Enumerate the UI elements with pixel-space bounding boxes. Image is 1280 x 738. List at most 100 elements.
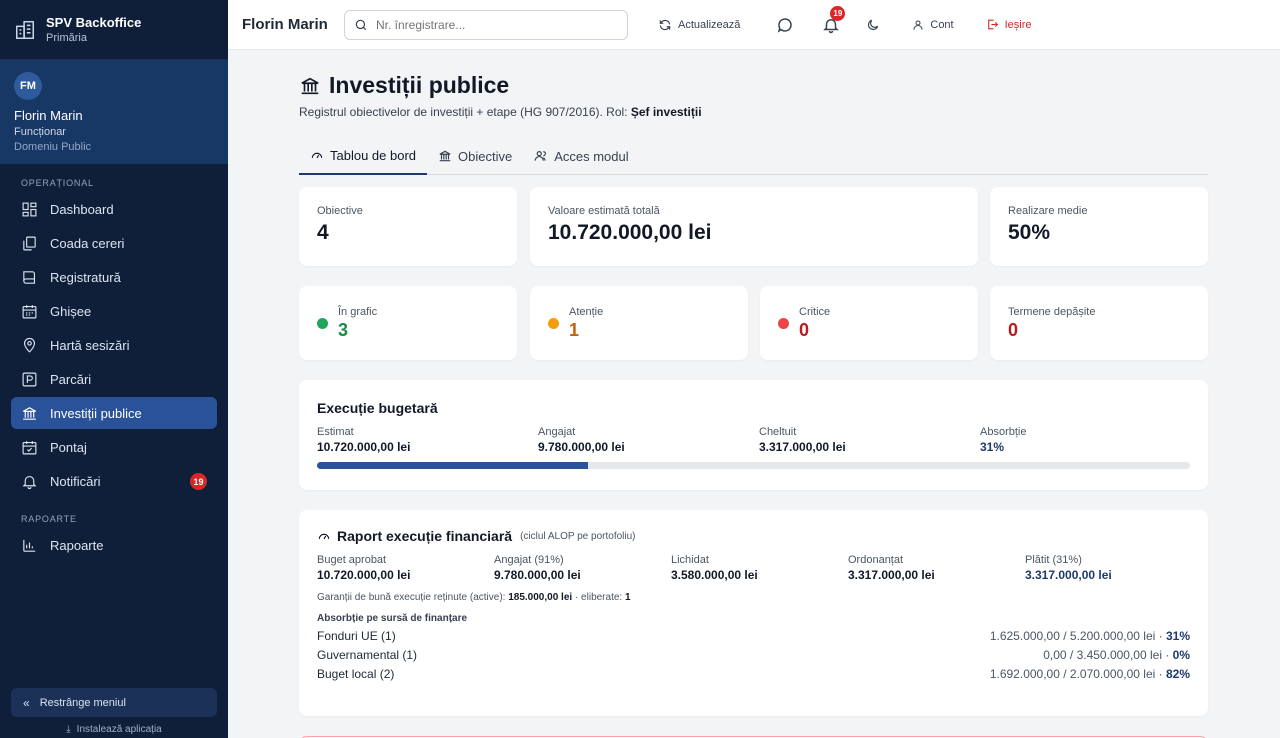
chevrons-left-icon: « [23,695,30,710]
report-col-liquidated: Lichidat 3.580.000,00 lei [671,554,848,582]
sidebar-item-label: Registratură [50,269,121,285]
sidebar-item-notifications[interactable]: Notificări 19 [11,465,217,497]
report-note: (ciclul ALOP pe portofoliu) [520,530,636,542]
calendar-icon [22,304,37,318]
col-label: Estimat [317,426,354,438]
book-icon [23,270,36,284]
kpi-label: Valoare estimată totală [548,205,660,217]
sidebar-item-investments[interactable]: Investiții publice [11,397,217,429]
tab-module-access[interactable]: Acces modul [523,137,639,175]
stat-label: Atenție [569,305,604,318]
col-label: Absorbție [980,426,1027,438]
account-button[interactable]: Cont [904,10,961,40]
sidebar-item-dashboard[interactable]: Dashboard [11,193,217,225]
chat-button[interactable] [768,10,802,40]
source-amounts: 1.625.000,00 / 5.200.000,00 lei · [989,629,1166,643]
col-label: Angajat (91%) [494,554,564,566]
collapse-label: Restrânge meniul [39,696,126,709]
sidebar-item-label: Parcări [50,371,92,387]
bank-icon [301,77,319,94]
subtitle-text: Registrul obiectivelor de investiții + e… [299,105,631,119]
report-col-approved: Buget aprobat 10.720.000,00 lei [317,554,494,582]
stat-value: 3 [338,319,349,340]
stat-value: 1 [569,319,580,340]
sidebar-item-queue[interactable]: Coada cereri [11,227,217,259]
bank-icon [439,150,451,162]
budget-col-committed: Angajat 9.780.000,00 lei [538,426,759,454]
col-value: 9.780.000,00 lei [538,440,625,454]
parking-icon [22,372,37,386]
install-app-link[interactable]: ⤓ Instalează aplicația [0,724,228,735]
col-value: 31% [980,440,1005,454]
sidebar-item-reports[interactable]: Rapoarte [11,529,217,561]
guarantees-line: Garanții de bună execuție reținute (acti… [317,592,1190,603]
sidebar-item-label: Pontaj [50,439,87,455]
col-label: Cheltuit [759,426,797,438]
brand[interactable]: SPV Backoffice Primăria [0,0,228,60]
report-title: Raport execuție financiară [337,528,513,544]
source-name: Fonduri UE (1) [317,629,396,643]
user-role: Funcționar [14,126,66,138]
sidebar-item-label: Rapoarte [50,537,104,553]
page-title: Investiții publice [329,72,510,98]
kpi-total-card: Valoare estimată totală 10.720.000,00 le… [530,187,978,266]
sidebar-item-label: Ghișee [50,303,92,319]
status-dot [317,317,328,329]
section-reports: RAPOARTE [21,514,77,524]
col-value: 3.317.000,00 lei [848,568,935,582]
status-dot [778,317,789,329]
tabs: Tablou de bord Obiective Acces modul [299,137,1208,175]
col-value: 9.780.000,00 lei [494,568,581,582]
budget-col-absorption: Absorbție 31% [980,426,1026,454]
notification-badge: 19 [830,5,846,21]
stat-value: 0 [799,319,810,340]
source-amounts: 1.692.000,00 / 2.070.000,00 lei · [989,667,1166,681]
sidebar-item-timesheet[interactable]: Pontaj [11,431,217,463]
logout-button[interactable]: Ieșire [978,10,1040,40]
col-value: 10.720.000,00 lei [317,568,411,582]
user-department: Domeniu Public [14,141,92,153]
gauge-icon [311,152,323,159]
financial-report-card: Raport execuție financiară (ciclul ALOP … [299,510,1208,716]
col-value: 3.580.000,00 lei [671,568,758,582]
grid-icon [22,202,37,216]
tab-label: Obiective [458,148,513,164]
dark-mode-toggle[interactable] [858,10,888,40]
users-icon [534,151,547,161]
source-pct: 0% [1172,648,1190,662]
gauge-icon [318,533,330,540]
kpi-realization-card: Realizare medie 50% [990,187,1208,266]
stat-overdue-card: Termene depășite 0 [990,286,1208,360]
col-label: Ordonanțat [848,554,904,566]
account-label: Cont [930,18,954,31]
search-input[interactable] [376,17,596,32]
user-card: FM Florin Marin Funcționar Domeniu Publi… [0,60,228,164]
kpi-objectives-card: Obiective 4 [299,187,517,266]
topbar: Florin Marin Actualizează 19 Cont [228,0,1280,50]
user-role-text: Șef investiții [630,105,702,119]
sidebar-item-parking[interactable]: Parcări [11,363,217,395]
chart-icon [23,539,36,552]
page-subtitle: Registrul obiectivelor de investiții + e… [299,105,1208,119]
tab-objectives[interactable]: Obiective [427,137,523,175]
avatar: FM [14,72,42,100]
sidebar-item-map[interactable]: Hartă sesizări [11,329,217,361]
kpi-value: 4 [317,221,329,244]
search-box[interactable] [344,9,628,40]
sidebar-item-label: Dashboard [50,201,114,217]
stat-attention-card: Atenție 1 [530,286,748,360]
logout-label: Ieșire [1004,18,1032,31]
moon-icon [868,19,879,30]
source-name: Buget local (2) [317,667,395,681]
tab-label: Acces modul [554,148,629,164]
refresh-button[interactable]: Actualizează [650,10,748,40]
col-label: Lichidat [671,554,709,566]
source-pct: 31% [1165,629,1190,643]
notifications-button[interactable]: 19 [814,5,848,40]
tab-dashboard[interactable]: Tablou de bord [299,137,428,175]
sidebar-item-label: Investiții publice [50,405,142,421]
collapse-menu-button[interactable]: « Restrânge meniul [11,688,217,717]
guarantee-text: Garanții de bună execuție reținute (acti… [317,592,509,603]
sidebar-item-registry[interactable]: Registratură [11,261,217,293]
sidebar-item-counters[interactable]: Ghișee [11,295,217,327]
